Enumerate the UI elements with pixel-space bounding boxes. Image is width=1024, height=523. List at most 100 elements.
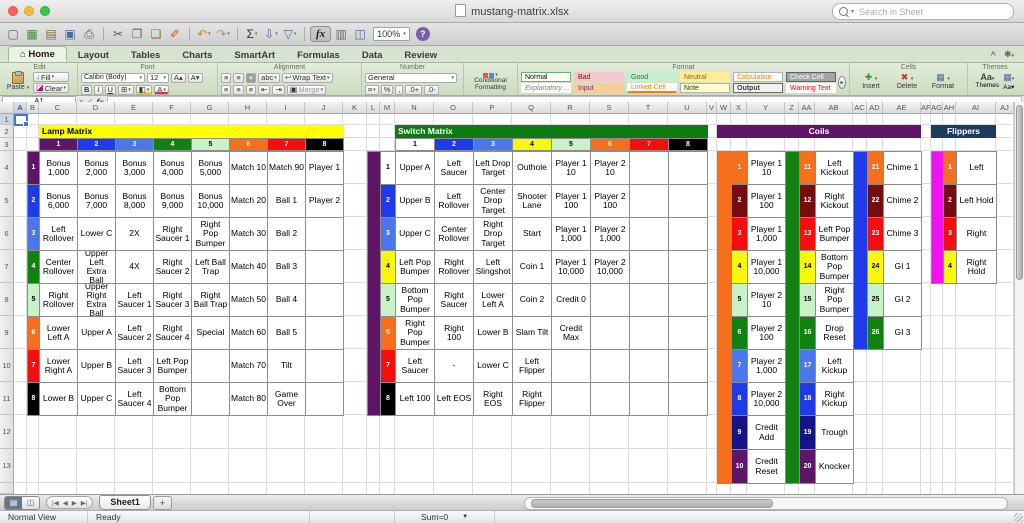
coil-cell[interactable]: Trough bbox=[815, 415, 854, 450]
flipper-cell[interactable]: Right Hold bbox=[956, 250, 997, 284]
switch-col-header[interactable]: 2 bbox=[434, 138, 474, 151]
switch-cell[interactable] bbox=[668, 250, 708, 284]
underline-button[interactable]: U bbox=[105, 85, 116, 95]
flipper-number[interactable]: 4 bbox=[943, 250, 957, 284]
style-chip-note[interactable]: Note bbox=[680, 83, 730, 93]
align-bottom-icon[interactable]: ≡ bbox=[246, 73, 256, 83]
wrap-text-button[interactable]: ↩Wrap Text▾ bbox=[282, 73, 333, 83]
fill-button[interactable]: ↓Fill▾ bbox=[33, 72, 69, 82]
coil-cell[interactable]: Player 1 1,000 bbox=[747, 217, 786, 251]
switch-col-header[interactable]: 8 bbox=[668, 138, 708, 151]
format-painter-icon[interactable]: ✐ bbox=[166, 25, 184, 43]
column-header-AI[interactable]: AI bbox=[956, 102, 996, 114]
lamp-cell[interactable] bbox=[191, 349, 230, 383]
switch-cell[interactable]: Player 2 10,000 bbox=[590, 250, 630, 284]
coil-number[interactable]: 4 bbox=[731, 250, 748, 284]
horizontal-scrollbar-thumb[interactable] bbox=[531, 499, 773, 508]
cut-icon[interactable]: ✂ bbox=[109, 25, 127, 43]
lamp-cell[interactable]: Player 2 bbox=[305, 184, 344, 218]
switch-cell[interactable]: Lower B bbox=[473, 316, 513, 350]
lamp-col-header[interactable]: 7 bbox=[267, 138, 306, 151]
lamp-cell[interactable]: Left Saucer 3 bbox=[115, 349, 154, 383]
column-header-AJ[interactable]: AJ bbox=[996, 102, 1014, 114]
column-header-T[interactable]: T bbox=[629, 102, 668, 114]
lamp-cell[interactable]: Bonus 1,000 bbox=[39, 151, 78, 185]
switch-cell[interactable]: Lower C bbox=[473, 349, 513, 383]
coil-cell[interactable]: Chime 2 bbox=[883, 184, 922, 218]
tab-data[interactable]: Data bbox=[351, 48, 394, 62]
switch-row-label[interactable]: 7 bbox=[380, 349, 396, 383]
column-header-B[interactable]: B bbox=[27, 102, 39, 114]
switch-cell[interactable]: Player 1 1,000 bbox=[551, 217, 591, 251]
coil-number[interactable]: 15 bbox=[799, 283, 816, 317]
switch-cell[interactable]: Player 1 10,000 bbox=[551, 250, 591, 284]
switch-row-label[interactable]: 8 bbox=[380, 382, 396, 416]
coil-number[interactable]: 20 bbox=[799, 449, 816, 484]
switch-cell[interactable]: Player 1 10 bbox=[551, 151, 591, 185]
style-chip-good[interactable]: Good bbox=[627, 72, 677, 82]
row-header-2[interactable]: 2 bbox=[0, 125, 14, 138]
lamp-cell[interactable]: Bonus 3,000 bbox=[115, 151, 154, 185]
formula-builder-icon[interactable]: fx bbox=[310, 26, 331, 42]
fill-color-icon[interactable]: ◧▾ bbox=[136, 85, 153, 95]
column-header-AD[interactable]: AD bbox=[867, 102, 883, 114]
lamp-cell[interactable]: Lower Right A bbox=[39, 349, 78, 383]
accounting-format-icon[interactable]: ¤▾ bbox=[365, 85, 379, 95]
column-header-O[interactable]: O bbox=[434, 102, 473, 114]
style-chip-warning-text[interactable]: Warning Text bbox=[786, 83, 836, 93]
row-header-9[interactable]: 9 bbox=[0, 316, 14, 349]
lamp-col-header[interactable]: 5 bbox=[191, 138, 230, 151]
coil-number[interactable]: 18 bbox=[799, 382, 816, 416]
column-header-Z[interactable]: Z bbox=[785, 102, 799, 114]
switch-cell[interactable]: Upper A bbox=[395, 151, 435, 185]
switch-col-header[interactable]: 7 bbox=[629, 138, 669, 151]
lamp-cell[interactable] bbox=[305, 217, 344, 251]
column-header-Y[interactable]: Y bbox=[747, 102, 785, 114]
column-header-AG[interactable]: AG bbox=[931, 102, 943, 114]
coil-cell[interactable]: Left Kickout bbox=[815, 151, 854, 185]
page-layout-view-button[interactable]: ◫ bbox=[22, 497, 39, 509]
switch-cell[interactable]: Left Slingshot bbox=[473, 250, 513, 284]
switch-cell[interactable]: Right 100 bbox=[434, 316, 474, 350]
switch-cell[interactable]: Credit Max bbox=[551, 316, 591, 350]
search-scope-chevron-icon[interactable]: ▾ bbox=[851, 8, 854, 15]
sheet-nav-arrow-3[interactable]: ▶| bbox=[81, 499, 88, 507]
tab-review[interactable]: Review bbox=[393, 48, 448, 62]
normal-view-button[interactable]: ▤ bbox=[5, 497, 22, 509]
coil-cell[interactable]: Left Pop Bumper bbox=[815, 217, 854, 251]
lamp-cell[interactable] bbox=[191, 382, 230, 416]
column-header-J[interactable]: J bbox=[305, 102, 343, 114]
lamp-cell[interactable]: Ball 3 bbox=[267, 250, 306, 284]
switch-cell[interactable]: Left Saucer bbox=[395, 349, 435, 383]
switch-cell[interactable]: Left EOS bbox=[434, 382, 474, 416]
switch-cell[interactable]: Right Rollover bbox=[434, 250, 474, 284]
column-header-K[interactable]: K bbox=[343, 102, 367, 114]
coil-number[interactable]: 21 bbox=[867, 151, 884, 185]
switch-cell[interactable]: Left 100 bbox=[395, 382, 435, 416]
search-box[interactable]: ▾ bbox=[832, 3, 1014, 20]
sheet-nav-arrow-0[interactable]: |◀ bbox=[52, 499, 59, 507]
redo-icon[interactable]: ↷▾ bbox=[214, 25, 232, 43]
lamp-col-header[interactable]: 1 bbox=[39, 138, 78, 151]
coils-strip-green[interactable] bbox=[785, 151, 800, 484]
coil-cell[interactable]: Left Kickup bbox=[815, 349, 854, 383]
lamp-cell[interactable]: Bonus 10,000 bbox=[191, 184, 230, 218]
lamp-cell[interactable]: Match 10 bbox=[229, 151, 268, 185]
coil-cell[interactable]: GI 3 bbox=[883, 316, 922, 350]
switch-col-header[interactable]: 5 bbox=[551, 138, 591, 151]
coil-cell[interactable]: GI 1 bbox=[883, 250, 922, 284]
column-header-H[interactable]: H bbox=[229, 102, 267, 114]
lamp-cell[interactable] bbox=[305, 349, 344, 383]
switch-cell[interactable]: Credit 0 bbox=[551, 283, 591, 317]
coil-cell[interactable]: Player 2 10 bbox=[747, 283, 786, 317]
column-header-V[interactable]: V bbox=[707, 102, 717, 114]
lamp-matrix-title[interactable]: Lamp Matrix bbox=[39, 125, 344, 138]
column-header-N[interactable]: N bbox=[395, 102, 434, 114]
tab-charts[interactable]: Charts bbox=[171, 48, 223, 62]
lamp-cell[interactable]: Right Saucer 2 bbox=[153, 250, 192, 284]
flipper-number[interactable]: 3 bbox=[943, 217, 957, 251]
row-header-1[interactable]: 1 bbox=[0, 114, 14, 125]
comma-icon[interactable]: , bbox=[395, 85, 403, 95]
lamp-cell[interactable]: Left Saucer 4 bbox=[115, 382, 154, 416]
flipper-cell[interactable]: Right bbox=[956, 217, 997, 251]
